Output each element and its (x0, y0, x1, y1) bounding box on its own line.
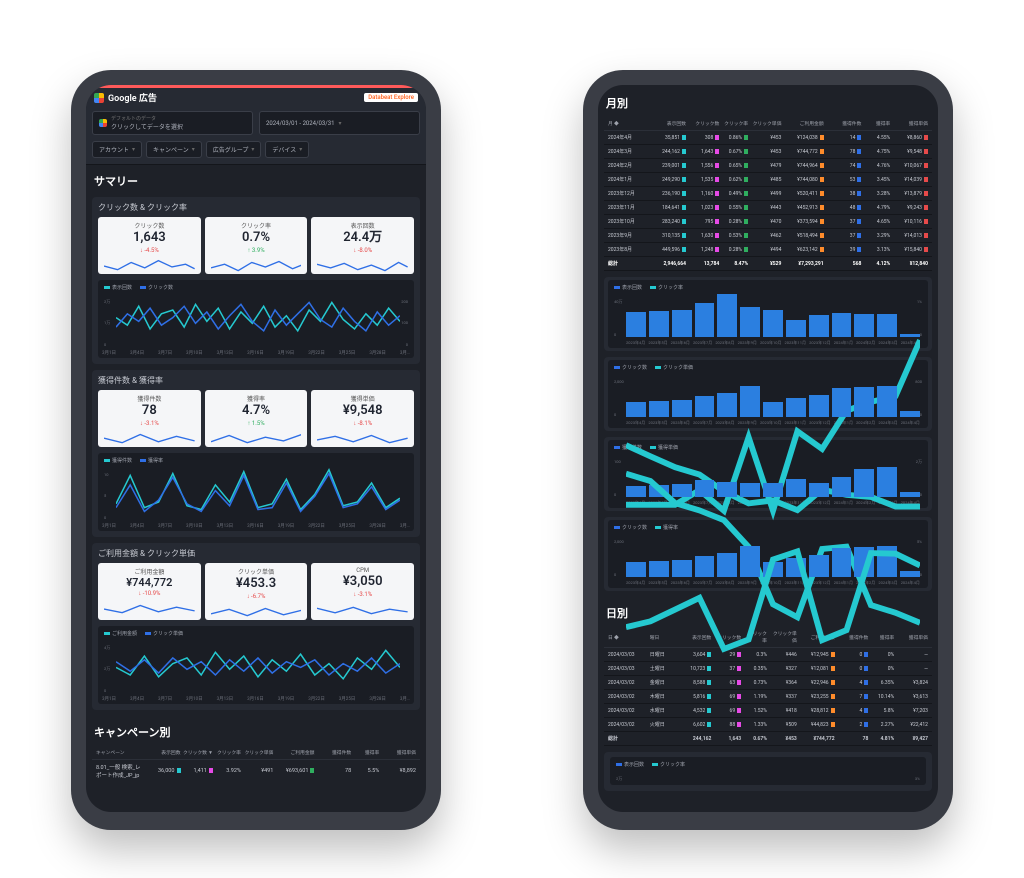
filter-campaign[interactable]: キャンペーン▾ (146, 141, 202, 158)
campaign-table: キャンペーン表示回数クリック数 ▼クリック率クリック単価ご利用金額獲得件数獲得率… (92, 746, 420, 782)
monthly-conv-cpa-chart: 獲得件数獲得単価 1000 2万0 2023年4月2023年5月2023年6月2… (604, 437, 932, 511)
google-ads-logo-icon (94, 93, 104, 103)
daily-row[interactable]: 2024/03/02水曜日 4,532 69 1.52%¥418 ¥28,812… (604, 704, 932, 718)
conv-chart[interactable]: 獲得件数獲得率 1050 3月1日3月4日3月7日3月10日3月13日3月16日… (98, 453, 414, 531)
kpi-conv[interactable]: 獲得件数78↓ -3.1% (98, 390, 201, 447)
kpi-cpm[interactable]: CPM¥3,050↓ -3.1% (311, 563, 414, 620)
chevron-down-icon: ▾ (299, 146, 302, 153)
app-title-group: Google 広告 (94, 91, 157, 104)
kpi-cpa[interactable]: 獲得単価¥9,548↓ -8.1% (311, 390, 414, 447)
conv-title: 獲得件数 & 獲得率 (98, 375, 414, 386)
monthly-row[interactable]: 2024年4月 35,851 308 0.86% ¥453 ¥124,038 1… (604, 131, 932, 145)
monthly-row[interactable]: 2023年9月 310,135 1,630 0.53% ¥462 ¥518,49… (604, 229, 932, 243)
daily-chart-box: 表示回数クリック率 2万 3% (604, 752, 932, 791)
filter-adgroup[interactable]: 広告グループ▾ (206, 141, 262, 158)
data-select-hint: クリックしてデータを選択 (111, 122, 183, 131)
campaign-heading: キャンペーン別 (86, 716, 426, 744)
screen-left: Google 広告 Databeat Explore デフォルトのデータ クリッ… (86, 85, 426, 812)
phone-mockup-right: 月別 月 ◆表示回数クリック数クリック率クリック単価ご利用金額獲得件数獲得率獲得… (583, 70, 953, 830)
clicks-chart[interactable]: 表示回数クリック数 2万1万0 2001000 3月1日3月4日3月7日3月10… (98, 280, 414, 358)
monthly-clk-cvr-chart: クリック数獲得率 2,0000 5%0 2023年4月2023年5月2023年6… (604, 517, 932, 591)
date-range-value: 2024/03/01 - 2024/03/31 (266, 120, 335, 127)
monthly-row[interactable]: 2024年2月 239,001 1,556 0.65% ¥479 ¥744,96… (604, 159, 932, 173)
google-ads-icon (99, 119, 107, 127)
filter-account[interactable]: アカウント▾ (92, 141, 142, 158)
monthly-heading: 月別 (598, 85, 938, 115)
kpi-cvr[interactable]: 獲得率4.7%↑ 1.5% (205, 390, 308, 447)
monthly-imp-ctr-chart-box[interactable]: 表示回数クリック率 40万0 1%0 2023年4月2023年5月2023年6月… (608, 280, 928, 348)
daily-row[interactable]: 2024/03/02火曜日 6,602 88 1.33%¥509 ¥44,823… (604, 718, 932, 732)
monthly-row[interactable]: 2023年12月 236,190 1,160 0.49% ¥499 ¥520,4… (604, 187, 932, 201)
monthly-clk-cpc-chart-box[interactable]: クリック数クリック単価 2,0000 8000 2023年4月2023年5月20… (608, 360, 928, 428)
brand-tag: Databeat Explore (364, 93, 418, 102)
daily-chart[interactable]: 表示回数クリック率 2万 3% (610, 757, 926, 785)
date-range-picker[interactable]: 2024/03/01 - 2024/03/31 ▾ (259, 111, 420, 135)
monthly-thead[interactable]: 月 ◆表示回数クリック数クリック率クリック単価ご利用金額獲得件数獲得率獲得単価 (604, 117, 932, 131)
daily-total: 総計244,1621,6430.67%¥453¥744,772784.81%¥9… (604, 732, 932, 746)
data-source-selector[interactable]: デフォルトのデータ クリックしてデータを選択 (92, 111, 253, 135)
monthly-table: 月 ◆表示回数クリック数クリック率クリック単価ご利用金額獲得件数獲得率獲得単価 … (604, 117, 932, 271)
campaign-row[interactable]: 8.01_一般 検索_レポート作成_JP_jp 36,000 1,411 3.9… (92, 760, 420, 782)
monthly-row[interactable]: 2024年3月 244,162 1,643 0.67% ¥453 ¥744,77… (604, 145, 932, 159)
daily-thead[interactable]: 日 ◆曜日表示回数クリック数クリック率クリック単価ご利用金額獲得件数獲得率獲得単… (604, 627, 932, 648)
summary-conv: 獲得件数 & 獲得率 獲得件数78↓ -3.1% 獲得率4.7%↑ 1.5% 獲… (92, 370, 420, 537)
screen-right: 月別 月 ◆表示回数クリック数クリック率クリック単価ご利用金額獲得件数獲得率獲得… (598, 85, 938, 812)
kpi-cost[interactable]: ご利用金額¥744,772↓ -10.9% (98, 563, 201, 620)
clicks-kpi-row: クリック数 1,643 ↓ -4.5% クリック率 0.7% ↑ 3.9% 表示… (98, 217, 414, 274)
cost-title: ご利用金額 & クリック単価 (98, 548, 414, 559)
summary-heading: サマリー (86, 165, 426, 193)
kpi-ctr[interactable]: クリック率 0.7% ↑ 3.9% (205, 217, 308, 274)
app-header: Google 広告 Databeat Explore (86, 85, 426, 107)
monthly-imp-ctr-chart: 表示回数クリック率 40万0 1%0 2023年4月2023年5月2023年6月… (604, 277, 932, 351)
campaign-thead[interactable]: キャンペーン表示回数クリック数 ▼クリック率クリック単価ご利用金額獲得件数獲得率… (92, 746, 420, 760)
daily-row[interactable]: 2024/03/03日曜日 3,604 29 0.3%¥446 ¥12,945 … (604, 648, 932, 662)
daily-row[interactable]: 2024/03/02木曜日 5,816 69 1.19%¥337 ¥23,255… (604, 690, 932, 704)
monthly-clk-cpc-chart: クリック数クリック単価 2,0000 8000 2023年4月2023年5月20… (604, 357, 932, 431)
kpi-clicks[interactable]: クリック数 1,643 ↓ -4.5% (98, 217, 201, 274)
kpi-cpc[interactable]: クリック単価¥453.3↓ -6.7% (205, 563, 308, 620)
monthly-row[interactable]: 2024年1月 249,290 1,535 0.62% ¥485 ¥744,08… (604, 173, 932, 187)
phone-mockup-left: Google 広告 Databeat Explore デフォルトのデータ クリッ… (71, 70, 441, 830)
daily-row[interactable]: 2024/03/03土曜日 10,723 37 0.35%¥327 ¥12,08… (604, 662, 932, 676)
chevron-down-icon: ▾ (132, 146, 135, 153)
clicks-title: クリック数 & クリック率 (98, 202, 414, 213)
summary-clicks: クリック数 & クリック率 クリック数 1,643 ↓ -4.5% クリック率 … (92, 197, 420, 364)
cost-chart[interactable]: ご利用金額クリック単価 4万2万0 3月1日3月4日3月7日3月10日3月13日… (98, 626, 414, 704)
daily-heading: 日別 (598, 597, 938, 625)
filter-device[interactable]: デバイス▾ (265, 141, 309, 158)
data-default-label: デフォルトのデータ (111, 115, 183, 122)
summary-cost: ご利用金額 & クリック単価 ご利用金額¥744,772↓ -10.9% クリッ… (92, 543, 420, 710)
chevron-down-icon: ▾ (339, 120, 342, 127)
chevron-down-icon: ▾ (251, 146, 254, 153)
daily-row[interactable]: 2024/03/02金曜日 8,588 63 0.73%¥364 ¥22,946… (604, 676, 932, 690)
monthly-row[interactable]: 2023年10月 283,240 795 0.28% ¥470 ¥373,594… (604, 215, 932, 229)
chevron-down-icon: ▾ (192, 146, 195, 153)
monthly-row[interactable]: 2023年8月 449,596 1,248 0.28% ¥494 ¥623,14… (604, 243, 932, 257)
filter-row: アカウント▾ キャンペーン▾ 広告グループ▾ デバイス▾ (86, 139, 426, 165)
monthly-conv-cpa-chart-box[interactable]: 獲得件数獲得単価 1000 2万0 2023年4月2023年5月2023年6月2… (608, 440, 928, 508)
monthly-total: 総計2,946,66413,7848.47%¥529¥7,293,2915684… (604, 257, 932, 271)
data-selector-row: デフォルトのデータ クリックしてデータを選択 2024/03/01 - 2024… (86, 107, 426, 139)
monthly-clk-cvr-chart-box[interactable]: クリック数獲得率 2,0000 5%0 2023年4月2023年5月2023年6… (608, 520, 928, 588)
app-title: Google 広告 (108, 91, 157, 104)
daily-table: 日 ◆曜日表示回数クリック数クリック率クリック単価ご利用金額獲得件数獲得率獲得単… (604, 627, 932, 746)
monthly-row[interactable]: 2023年11月 184,641 1,023 0.55% ¥443 ¥452,9… (604, 201, 932, 215)
kpi-impressions[interactable]: 表示回数 24.4万 ↓ -8.0% (311, 217, 414, 274)
